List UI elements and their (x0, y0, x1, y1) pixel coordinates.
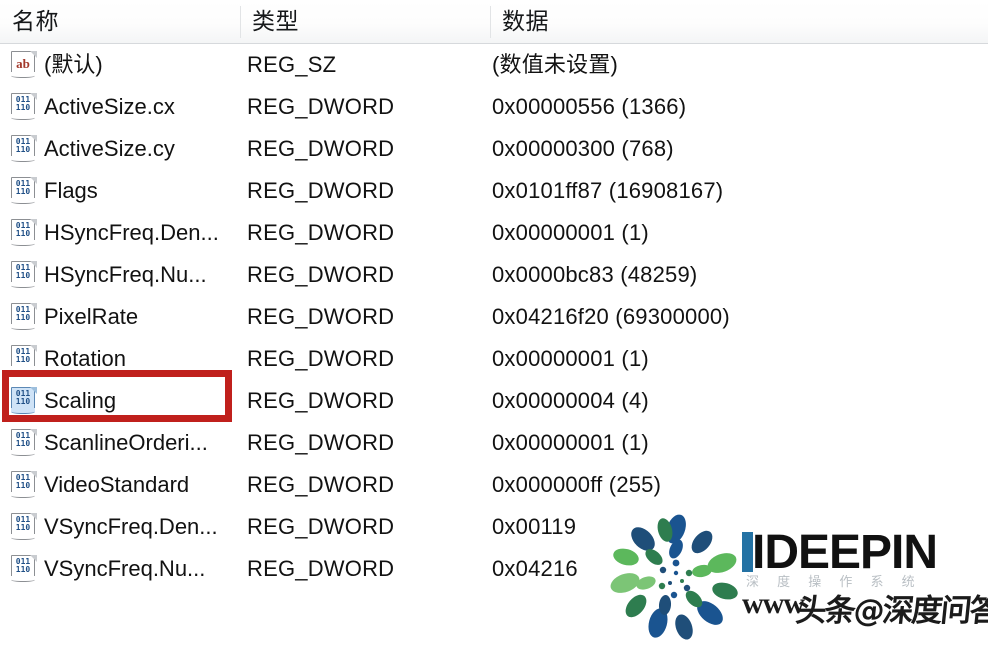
registry-value-rows: ab (默认) REG_SZ (数值未设置) 011 110 ActiveSize.cx RE… (0, 44, 988, 590)
registry-value-row[interactable]: 011 110 Flags REG_DWORD 0x0101ff87 (16908167… (0, 170, 988, 212)
value-data-cell: 0x000000ff (255) (492, 472, 662, 497)
dword-value-icon: 011 110 (10, 345, 38, 373)
registry-value-row[interactable]: 011 110 PixelRate REG_DWORD 0x04216f20 (6930… (0, 296, 988, 338)
registry-value-row[interactable]: 011 110 ActiveSize.cy REG_DWORD 0x00000300 (… (0, 128, 988, 170)
watermark-url-text: www (742, 587, 805, 620)
value-data-cell: 0x00000004 (4) (492, 388, 649, 413)
value-name-cell: VSyncFreq.Den... (44, 514, 218, 539)
registry-value-row[interactable]: 011 110 VSyncFreq.Den... REG_DWORD 0x00119 (0, 506, 988, 548)
registry-value-row[interactable]: 011 110 VSyncFreq.Nu... REG_DWORD 0x04216 (0, 548, 988, 590)
dword-value-icon: 011 110 (10, 303, 38, 331)
registry-value-row[interactable]: 011 110 ActiveSize.cx REG_DWORD 0x00000556 (… (0, 86, 988, 128)
dword-value-icon: 011 110 (10, 177, 38, 205)
value-type-cell: REG_DWORD (247, 514, 395, 539)
column-header-data[interactable]: 数据 (490, 0, 988, 43)
value-name-cell: Scaling (44, 388, 117, 413)
column-header-data-label: 数据 (502, 8, 549, 34)
value-data-cell: 0x00000300 (768) (492, 136, 674, 161)
dword-value-icon: 011 110 (10, 135, 38, 163)
value-data-cell: 0x04216f20 (69300000) (492, 304, 730, 329)
value-name-cell: HSyncFreq.Den... (44, 220, 219, 245)
registry-value-row[interactable]: ab (默认) REG_SZ (数值未设置) (0, 44, 988, 86)
value-data-cell: (数值未设置) (492, 52, 619, 77)
list-column-header: 名称 类型 数据 (0, 0, 988, 44)
registry-value-row[interactable]: 011 110 HSyncFreq.Nu... REG_DWORD 0x0000bc83… (0, 254, 988, 296)
value-data-cell: 0x04216 (492, 556, 578, 581)
dword-value-icon: 011 110 (10, 471, 38, 499)
registry-value-row[interactable]: 011 110 VideoStandard REG_DWORD 0x000000ff (… (0, 464, 988, 506)
value-name-cell: Flags (44, 178, 98, 203)
value-data-cell: 0x00000001 (1) (492, 220, 649, 245)
value-name-cell: PixelRate (44, 304, 139, 329)
value-type-cell: REG_SZ (247, 52, 337, 77)
registry-value-row[interactable]: 011 110 Scaling REG_DWORD 0x00000004 (4) (0, 380, 988, 422)
dword-value-icon: 011 110 (10, 93, 38, 121)
dword-value-icon: 011 110 (10, 219, 38, 247)
dword-value-icon: 011 110 (10, 387, 38, 415)
registry-value-list-pane: 名称 类型 数据 ab (默认) REG_SZ (数值未设置) 011 110 Active… (0, 0, 988, 650)
value-name-cell: ActiveSize.cx (44, 94, 175, 119)
value-data-cell: 0x00000556 (1366) (492, 94, 687, 119)
registry-value-row[interactable]: 011 110 Rotation REG_DWORD 0x00000001 (1) (0, 338, 988, 380)
column-header-name[interactable]: 名称 (0, 0, 240, 43)
value-name-cell: Rotation (44, 346, 126, 371)
value-name-cell: VideoStandard (44, 472, 190, 497)
value-data-cell: 0x0101ff87 (16908167) (492, 178, 724, 203)
value-type-cell: REG_DWORD (247, 178, 395, 203)
value-name-cell: ActiveSize.cy (44, 136, 175, 161)
value-name-cell: HSyncFreq.Nu... (44, 262, 207, 287)
string-value-icon: ab (10, 51, 38, 79)
value-data-cell: 0x00119 (492, 514, 577, 539)
registry-value-row[interactable]: 011 110 ScanlineOrderi... REG_DWORD 0x000000… (0, 422, 988, 464)
value-type-cell: REG_DWORD (247, 346, 395, 371)
watermark-chinese-text: 头条@深度问答 (793, 593, 988, 629)
value-type-cell: REG_DWORD (247, 136, 395, 161)
column-divider (240, 6, 241, 38)
column-divider (490, 6, 491, 38)
value-name-cell: VSyncFreq.Nu... (44, 556, 206, 581)
column-header-type[interactable]: 类型 (240, 0, 490, 43)
value-type-cell: REG_DWORD (247, 430, 395, 455)
value-data-cell: 0x00000001 (1) (492, 346, 649, 371)
dword-value-icon: 011 110 (10, 555, 38, 583)
value-name-cell: (默认) (44, 52, 103, 77)
column-header-type-label: 类型 (252, 8, 299, 34)
value-type-cell: REG_DWORD (247, 556, 395, 581)
value-data-cell: 0x0000bc83 (48259) (492, 262, 698, 287)
value-data-cell: 0x00000001 (1) (492, 430, 649, 455)
value-name-cell: ScanlineOrderi... (44, 430, 208, 455)
dword-value-icon: 011 110 (10, 429, 38, 457)
value-type-cell: REG_DWORD (247, 262, 395, 287)
value-type-cell: REG_DWORD (247, 304, 395, 329)
registry-value-row[interactable]: 011 110 HSyncFreq.Den... REG_DWORD 0x0000000… (0, 212, 988, 254)
value-type-cell: REG_DWORD (247, 94, 395, 119)
value-type-cell: REG_DWORD (247, 472, 395, 497)
column-header-name-label: 名称 (12, 8, 59, 34)
dword-value-icon: 011 110 (10, 513, 38, 541)
dword-value-icon: 011 110 (10, 261, 38, 289)
value-type-cell: REG_DWORD (247, 388, 395, 413)
value-type-cell: REG_DWORD (247, 220, 395, 245)
